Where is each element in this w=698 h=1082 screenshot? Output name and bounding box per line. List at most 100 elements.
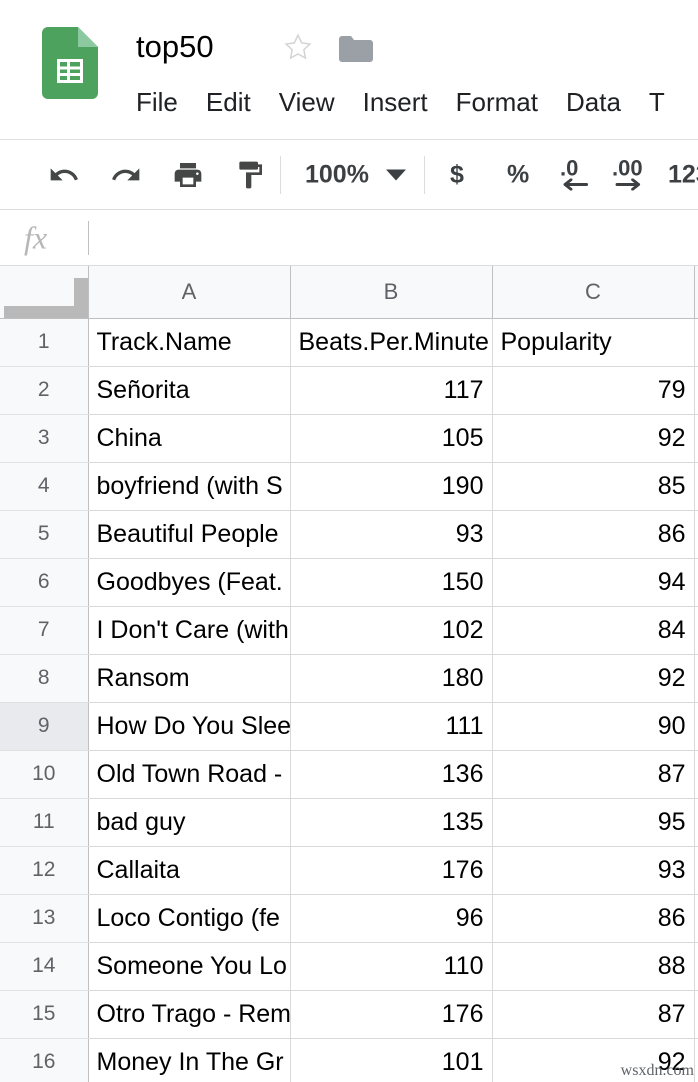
folder-icon[interactable]	[339, 36, 373, 62]
row-header[interactable]: 12	[0, 846, 88, 894]
cell-a3[interactable]: China	[88, 414, 290, 462]
cell-b11[interactable]: 135	[290, 798, 492, 846]
row-header[interactable]: 13	[0, 894, 88, 942]
table-row[interactable]: 2 Señorita 117 79	[0, 366, 698, 414]
cell-a11[interactable]: bad guy	[88, 798, 290, 846]
row-header[interactable]: 1	[0, 318, 88, 366]
cell-b5[interactable]: 93	[290, 510, 492, 558]
cell-a2[interactable]: Señorita	[88, 366, 290, 414]
table-row[interactable]: 9 How Do You Slee 111 90	[0, 702, 698, 750]
currency-format-button[interactable]: $	[450, 160, 464, 189]
cell-d14[interactable]	[694, 942, 698, 990]
table-row[interactable]: 8 Ransom 180 92	[0, 654, 698, 702]
cell-c15[interactable]: 87	[492, 990, 694, 1038]
cell-c9[interactable]: 90	[492, 702, 694, 750]
cell-c13[interactable]: 86	[492, 894, 694, 942]
cell-d16[interactable]	[694, 1038, 698, 1082]
cell-d8[interactable]	[694, 654, 698, 702]
cell-c14[interactable]: 88	[492, 942, 694, 990]
cell-b4[interactable]: 190	[290, 462, 492, 510]
cell-c7[interactable]: 84	[492, 606, 694, 654]
table-row[interactable]: 7 I Don't Care (with 102 84	[0, 606, 698, 654]
undo-icon[interactable]	[48, 159, 80, 191]
row-header[interactable]: 2	[0, 366, 88, 414]
row-header[interactable]: 10	[0, 750, 88, 798]
column-header-d[interactable]	[694, 266, 698, 318]
cell-b13[interactable]: 96	[290, 894, 492, 942]
select-all-corner[interactable]	[0, 266, 88, 318]
spreadsheet-grid[interactable]: A B C 1 Track.Name Beats.Per.Minute Popu…	[0, 266, 698, 1082]
row-header[interactable]: 8	[0, 654, 88, 702]
cell-b10[interactable]: 136	[290, 750, 492, 798]
redo-icon[interactable]	[110, 159, 142, 191]
cell-c2[interactable]: 79	[492, 366, 694, 414]
cell-b9[interactable]: 111	[290, 702, 492, 750]
cell-b15[interactable]: 176	[290, 990, 492, 1038]
cell-a10[interactable]: Old Town Road -	[88, 750, 290, 798]
cell-b8[interactable]: 180	[290, 654, 492, 702]
cell-d12[interactable]	[694, 846, 698, 894]
chevron-down-icon[interactable]	[386, 169, 406, 180]
menu-item-tools[interactable]: T	[649, 82, 665, 122]
menu-item-edit[interactable]: Edit	[206, 82, 251, 122]
row-header[interactable]: 4	[0, 462, 88, 510]
table-row[interactable]: 13 Loco Contigo (fe 96 86	[0, 894, 698, 942]
table-row[interactable]: 1 Track.Name Beats.Per.Minute Popularity	[0, 318, 698, 366]
row-header[interactable]: 11	[0, 798, 88, 846]
table-row[interactable]: 16 Money In The Gr 101 92	[0, 1038, 698, 1082]
cell-d2[interactable]	[694, 366, 698, 414]
table-row[interactable]: 4 boyfriend (with S 190 85	[0, 462, 698, 510]
cell-d7[interactable]	[694, 606, 698, 654]
cell-b6[interactable]: 150	[290, 558, 492, 606]
row-header-active[interactable]: 9	[0, 702, 88, 750]
cell-c6[interactable]: 94	[492, 558, 694, 606]
cell-d1[interactable]	[694, 318, 698, 366]
table-row[interactable]: 10 Old Town Road - 136 87	[0, 750, 698, 798]
cell-a8[interactable]: Ransom	[88, 654, 290, 702]
row-header[interactable]: 14	[0, 942, 88, 990]
column-header-a[interactable]: A	[88, 266, 290, 318]
cell-d15[interactable]	[694, 990, 698, 1038]
cell-a6[interactable]: Goodbyes (Feat.	[88, 558, 290, 606]
cell-b7[interactable]: 102	[290, 606, 492, 654]
cell-b1[interactable]: Beats.Per.Minute	[290, 318, 492, 366]
table-row[interactable]: 6 Goodbyes (Feat. 150 94	[0, 558, 698, 606]
cell-c5[interactable]: 86	[492, 510, 694, 558]
cell-c12[interactable]: 93	[492, 846, 694, 894]
cell-a16[interactable]: Money In The Gr	[88, 1038, 290, 1082]
menu-item-insert[interactable]: Insert	[363, 82, 428, 122]
cell-c3[interactable]: 92	[492, 414, 694, 462]
cell-a14[interactable]: Someone You Lo	[88, 942, 290, 990]
menu-item-file[interactable]: File	[136, 82, 178, 122]
cell-d6[interactable]	[694, 558, 698, 606]
cell-a4[interactable]: boyfriend (with S	[88, 462, 290, 510]
percent-format-button[interactable]: %	[507, 160, 529, 189]
formula-input[interactable]	[100, 210, 698, 265]
paint-format-icon[interactable]	[234, 159, 266, 191]
cell-b16[interactable]: 101	[290, 1038, 492, 1082]
table-row[interactable]: 11 bad guy 135 95	[0, 798, 698, 846]
star-outline-icon[interactable]	[283, 32, 313, 62]
cell-a9[interactable]: How Do You Slee	[88, 702, 290, 750]
cell-a5[interactable]: Beautiful People	[88, 510, 290, 558]
increase-decimal-button[interactable]: .00	[612, 159, 644, 190]
cell-d13[interactable]	[694, 894, 698, 942]
cell-c11[interactable]: 95	[492, 798, 694, 846]
table-row[interactable]: 3 China 105 92	[0, 414, 698, 462]
cell-d9[interactable]	[694, 702, 698, 750]
cell-d10[interactable]	[694, 750, 698, 798]
cell-b14[interactable]: 110	[290, 942, 492, 990]
cell-c1[interactable]: Popularity	[492, 318, 694, 366]
cell-d11[interactable]	[694, 798, 698, 846]
menu-item-view[interactable]: View	[279, 82, 335, 122]
row-header[interactable]: 5	[0, 510, 88, 558]
row-header[interactable]: 3	[0, 414, 88, 462]
row-header[interactable]: 15	[0, 990, 88, 1038]
row-header[interactable]: 16	[0, 1038, 88, 1082]
column-header-b[interactable]: B	[290, 266, 492, 318]
cell-a13[interactable]: Loco Contigo (fe	[88, 894, 290, 942]
cell-b2[interactable]: 117	[290, 366, 492, 414]
cell-a12[interactable]: Callaita	[88, 846, 290, 894]
row-header[interactable]: 6	[0, 558, 88, 606]
cell-d3[interactable]	[694, 414, 698, 462]
